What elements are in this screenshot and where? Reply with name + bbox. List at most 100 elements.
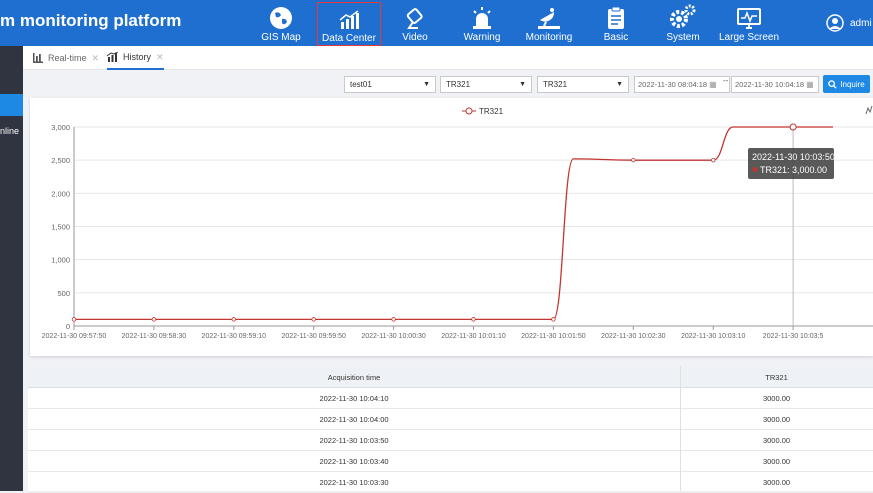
username: admi [850,17,872,29]
table-row: 2022-11-30 10:04:00 3000.00 [28,409,873,430]
table-row: 2022-11-30 10:03:30 3000.00 [28,472,873,493]
y-tick-label: 1,000 [51,256,70,265]
y-tick-label: 500 [57,289,70,298]
x-tick-label: 2022-11-30 09:59:50 [281,333,346,340]
tab-real-time[interactable]: Real-time ✕ [33,46,99,70]
caret-down-icon: ▼ [616,81,623,88]
data-point [311,317,316,322]
date-range-separator: -- [723,76,729,85]
sidebar-item-online[interactable]: nline [0,120,23,142]
x-tick-label: 2022-11-30 10:03:10 [681,333,746,340]
series-line-tr321 [74,126,834,321]
cell-time: 2022-11-30 10:04:10 [319,394,389,403]
bar-chart-icon [339,10,359,29]
tab-label: Real-time [48,53,87,63]
sidebar: nline [0,46,23,491]
calendar-icon: ▦ [709,80,717,89]
data-point [151,317,157,322]
start-date-input[interactable]: 2022-11-30 08:04:18 ▦ [634,76,730,93]
device-select[interactable]: test01 ▼ [344,76,436,93]
x-tick-label: 2022-11-30 10:01:10 [441,333,506,340]
data-point [551,317,556,322]
user-menu[interactable]: admi [826,14,872,32]
page-tabs: Real-time ✕ History ✕ [23,46,873,70]
data-point [631,157,636,163]
tab-label: History [123,52,152,62]
column-divider [680,366,681,491]
nav-label: Data Center [322,33,376,44]
date-value: 2022-11-30 10:04:18 [735,80,805,89]
history-table: Acquisition time TR321 2022-11-30 10:04:… [28,366,873,493]
cell-time: 2022-11-30 10:03:40 [319,457,389,466]
satellite-dish-icon [538,8,560,29]
history-line-chart[interactable]: 0 500 1,000 1,500 2,000 2,500 3,000 2022-11-30 … [30,98,873,356]
nav-monitoring[interactable]: Monitoring [520,2,578,46]
inquire-label: Inquire [840,79,865,89]
platform-title: m monitoring platform [0,11,182,30]
globe-icon [270,7,292,29]
table-row: 2022-11-30 10:04:10 3000.00 [28,388,873,409]
nav-basic[interactable]: Basic [598,2,634,46]
table-row: 2022-11-30 10:03:50 3000.00 [28,430,873,451]
nav-gis-map[interactable]: GIS Map [258,2,304,46]
nav-label: GIS Map [261,32,301,43]
cell-value: 3000.00 [762,478,791,487]
nav-label: Monitoring [525,32,573,43]
data-point [711,157,716,163]
tooltip-time: 2022-11-30 10:03:50 [752,152,835,162]
y-tick-label: 3,000 [51,123,70,132]
data-point-highlight [789,123,797,131]
sensor-select-1[interactable]: TR321 ▼ [440,76,532,93]
nav-video[interactable]: Video [395,2,435,46]
end-date-input[interactable]: 2022-11-30 10:04:18 ▦ [731,76,819,93]
y-tick-label: 2,000 [51,189,70,198]
nav-label: Large Screen [719,32,780,43]
x-tick-label: 2022-11-30 10:03:5 [763,333,824,340]
alarm-icon [473,7,491,29]
nav-data-center[interactable]: Data Center [317,2,381,46]
camera-icon [406,8,423,29]
data-point [71,317,77,322]
cell-value: 3000.00 [762,436,791,445]
y-tick-label: 0 [66,322,70,331]
cell-time: 2022-11-30 10:03:30 [319,478,389,487]
close-icon[interactable]: ✕ [156,52,164,63]
monitor-icon [737,8,761,29]
clipboard-icon [608,6,624,29]
table-header: Acquisition time TR321 [28,366,873,388]
chart-toolbox-icon [865,105,873,115]
filter-bar: test01 ▼ TR321 ▼ TR321 ▼ 2022-11-30 08:04:1… [23,70,873,98]
tooltip-value: TR321: 3,000.00 [760,165,827,175]
tab-history[interactable]: History ✕ [107,46,164,70]
close-icon[interactable]: ✕ [92,53,100,64]
data-point [231,317,236,322]
inquire-button[interactable]: Inquire [823,75,870,93]
nav-label: Video [402,32,428,43]
caret-down-icon: ▼ [423,81,430,88]
y-tick-label: 1,500 [51,223,70,232]
date-value: 2022-11-30 08:04:18 [638,80,708,89]
nav-warning[interactable]: Warning [459,2,505,46]
nav-large-screen[interactable]: Large Screen [719,2,779,46]
nav-label: System [666,32,700,43]
data-point [471,317,476,322]
x-tick-label: 2022-11-30 10:01:50 [521,333,586,340]
nav-label: Basic [603,32,629,43]
sidebar-item-active[interactable] [0,94,23,116]
sidebar-item-label: nline [0,126,20,136]
select-value: TR321 [543,80,568,89]
line-chart-icon [107,52,118,62]
nav-system[interactable]: System [663,2,703,46]
sensor-select-2[interactable]: TR321 ▼ [537,76,629,93]
table-row: 2022-11-30 10:03:40 3000.00 [28,451,873,472]
gears-icon [670,4,696,28]
column-header-value: TR321 [765,372,788,382]
legend-marker [465,107,473,115]
y-tick-label: 2,500 [51,156,70,165]
user-avatar-icon [826,14,844,32]
cell-time: 2022-11-30 10:04:00 [319,415,389,424]
history-chart-card: 0 500 1,000 1,500 2,000 2,500 3,000 2022-11-30 … [30,98,873,356]
cell-time: 2022-11-30 10:03:50 [319,436,389,445]
tooltip-marker [752,167,758,172]
column-header-time: Acquisition time [327,372,381,382]
